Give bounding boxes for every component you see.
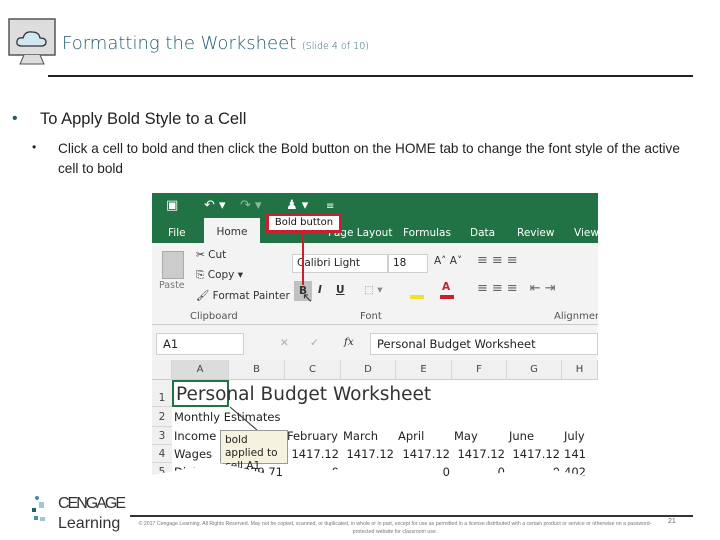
font-color-icon[interactable] [440,295,454,299]
tab-home[interactable]: Home [204,218,260,243]
touch-mode-icon[interactable]: ♟ ▾ [286,198,308,213]
tab-file[interactable]: File [168,227,186,239]
save-icon[interactable]: ▣ [166,198,178,213]
underline-button[interactable]: U [336,284,345,296]
borders-icon[interactable]: ⬚ ▾ [364,284,383,296]
font-size-dropdown[interactable]: 18 [388,254,428,273]
worksheet-grid: A B C D E F G H 1 2 3 4 5 Personal Budge… [152,360,598,481]
cut-button[interactable]: ✂ Cut [196,249,226,261]
redo-icon[interactable]: ↷ ▾ [240,198,262,213]
monitor-cloud-icon [8,18,56,65]
paste-button[interactable]: Paste [159,280,185,291]
clipboard-group-label: Clipboard [190,311,238,322]
horizontal-align-icons[interactable]: ≡≡≡ ⇤⇥ [477,281,560,296]
format-painter-button[interactable]: 🖌 Format Painter [196,289,290,302]
enter-icon[interactable]: ✓ [310,337,319,349]
excel-screenshot: ▣ ↶ ▾ ↷ ▾ ♟ ▾ ≡ File Home Page Layout Fo… [152,193,598,481]
font-color-letter: A [442,281,451,293]
font-size-buttons[interactable]: A˄ A˅ [434,255,462,267]
note-pointer [229,406,258,431]
sub-bullet-icon: • [32,140,37,154]
title-divider [48,75,693,77]
mouse-pointer-icon: ↖ [302,291,313,306]
footer-divider [130,515,693,517]
sub-bullet-text: Click a cell to bold and then click the … [58,141,680,176]
bullet-icon: • [12,110,18,127]
slide-title: Formatting the Worksheet (Slide 4 of 10) [62,33,369,54]
bullet-heading: To Apply Bold Style to a Cell [40,110,247,128]
svg-text:CENGAGE: CENGAGE [58,495,126,512]
tab-data[interactable]: Data [470,227,495,239]
alignment-group-label: Alignment [554,311,598,322]
customize-qat-icon[interactable]: ≡ [326,201,334,212]
cengage-learning-logo: CENGAGE Learning [32,495,126,532]
tab-formulas[interactable]: Formulas [403,227,451,239]
undo-icon[interactable]: ↶ ▾ [204,198,226,213]
copyright-notice: © 2017 Cengage Learning. All Rights Rese… [138,521,652,535]
callout-arrow [302,233,304,285]
svg-text:Learning: Learning [58,515,120,532]
page-number: 21 [668,518,676,525]
italic-button[interactable]: I [318,284,322,296]
vertical-align-icons[interactable]: ≡≡≡ [477,253,522,268]
slide-counter: (Slide 4 of 10) [302,41,369,52]
bold-button-callout: Bold button [266,213,342,233]
copy-button[interactable]: ⎘ Copy ▾ [196,269,243,282]
fill-color-icon[interactable] [410,295,424,299]
formula-input[interactable]: Personal Budget Worksheet [370,333,598,355]
bold-applied-note: bold applied to cell A1 [220,430,288,472]
cancel-icon[interactable]: ✕ [280,337,289,349]
name-box[interactable]: A1 [156,333,244,355]
paste-icon[interactable] [162,251,184,279]
insert-function-icon[interactable]: fx [344,336,354,348]
tab-review[interactable]: Review [517,227,554,239]
tab-view[interactable]: View [574,227,598,239]
font-group-label: Font [360,311,382,322]
font-name-dropdown[interactable]: Calibri Light [292,254,388,273]
